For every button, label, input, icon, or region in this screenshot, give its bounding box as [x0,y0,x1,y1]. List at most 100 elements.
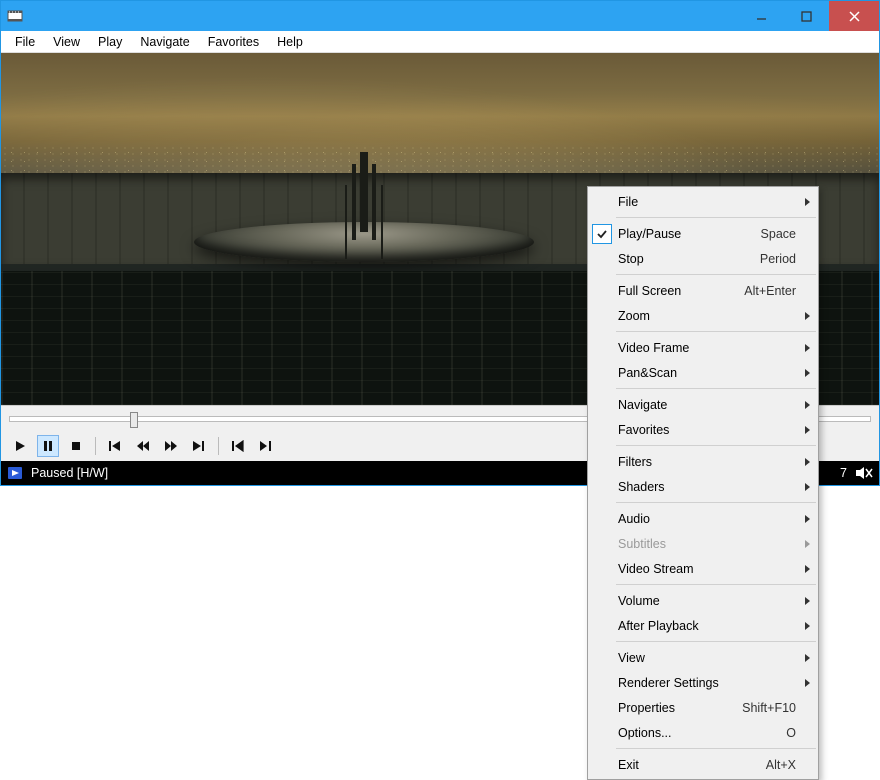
context-menu-accelerator: Space [761,227,796,241]
context-menu-item-video-stream[interactable]: Video Stream [588,556,818,581]
context-menu-item-renderer-settings[interactable]: Renderer Settings [588,670,818,695]
context-menu-item-properties[interactable]: PropertiesShift+F10 [588,695,818,720]
context-menu-separator [616,584,816,585]
context-menu-separator [616,388,816,389]
context-menu-item-volume[interactable]: Volume [588,588,818,613]
separator [218,437,219,455]
context-menu-label: Full Screen [618,284,744,298]
close-button[interactable] [829,1,879,31]
context-menu-item-subtitles: Subtitles [588,531,818,556]
separator [95,437,96,455]
context-menu-label: Options... [618,726,786,740]
skip-back-button[interactable] [104,435,126,457]
chevron-right-icon [805,198,810,206]
context-menu-item-stop[interactable]: StopPeriod [588,246,818,271]
context-menu-label: Renderer Settings [618,676,796,690]
context-menu-item-filters[interactable]: Filters [588,449,818,474]
context-menu-separator [616,274,816,275]
context-menu-item-video-frame[interactable]: Video Frame [588,335,818,360]
context-menu-item-file[interactable]: File [588,189,818,214]
context-menu-label: Navigate [618,398,796,412]
context-menu-item-shaders[interactable]: Shaders [588,474,818,499]
context-menu-label: Favorites [618,423,796,437]
context-menu-label: Exit [618,758,766,772]
context-menu-item-view[interactable]: View [588,645,818,670]
context-menu-label: File [618,195,796,209]
context-menu-item-favorites[interactable]: Favorites [588,417,818,442]
chevron-right-icon [805,401,810,409]
context-menu-item-navigate[interactable]: Navigate [588,392,818,417]
chevron-right-icon [805,312,810,320]
chevron-right-icon [805,458,810,466]
chevron-right-icon [805,565,810,573]
mute-icon[interactable] [855,466,873,480]
check-icon [592,224,612,244]
context-menu-separator [616,217,816,218]
context-menu[interactable]: FilePlay/PauseSpaceStopPeriodFull Screen… [587,186,819,780]
chevron-right-icon [805,515,810,523]
context-menu-separator [616,641,816,642]
context-menu-label: Subtitles [618,537,796,551]
context-menu-label: Pan&Scan [618,366,796,380]
stop-button[interactable] [65,435,87,457]
context-menu-accelerator: Period [760,252,796,266]
context-menu-accelerator: O [786,726,796,740]
context-menu-item-options[interactable]: Options...O [588,720,818,745]
status-right-number: 7 [840,466,847,480]
context-menu-item-exit[interactable]: ExitAlt+X [588,752,818,777]
menu-favorites[interactable]: Favorites [200,33,267,51]
context-menu-label: Volume [618,594,796,608]
titlebar[interactable] [1,1,879,31]
maximize-button[interactable] [784,1,829,31]
context-menu-item-audio[interactable]: Audio [588,506,818,531]
menu-view[interactable]: View [45,33,88,51]
status-text: Paused [H/W] [31,466,108,480]
play-button[interactable] [9,435,31,457]
chevron-right-icon [805,483,810,491]
minimize-button[interactable] [739,1,784,31]
seek-thumb[interactable] [130,412,138,428]
context-menu-label: Zoom [618,309,796,323]
menu-help[interactable]: Help [269,33,311,51]
menu-file[interactable]: File [7,33,43,51]
menu-navigate[interactable]: Navigate [132,33,197,51]
menubar: File View Play Navigate Favorites Help [1,31,879,53]
pause-button[interactable] [37,435,59,457]
context-menu-label: Stop [618,252,760,266]
context-menu-separator [616,445,816,446]
step-forward-button[interactable] [255,435,277,457]
context-menu-item-full-screen[interactable]: Full ScreenAlt+Enter [588,278,818,303]
context-menu-label: Filters [618,455,796,469]
context-menu-label: Video Frame [618,341,796,355]
rewind-button[interactable] [132,435,154,457]
chevron-right-icon [805,679,810,687]
video-content [194,222,534,262]
context-menu-label: Shaders [618,480,796,494]
chevron-right-icon [805,622,810,630]
app-icon [7,8,23,24]
forward-button[interactable] [160,435,182,457]
context-menu-item-zoom[interactable]: Zoom [588,303,818,328]
context-menu-accelerator: Shift+F10 [742,701,796,715]
context-menu-separator [616,502,816,503]
context-menu-item-pan-scan[interactable]: Pan&Scan [588,360,818,385]
context-menu-item-after-playback[interactable]: After Playback [588,613,818,638]
context-menu-label: View [618,651,796,665]
context-menu-label: Audio [618,512,796,526]
context-menu-separator [616,331,816,332]
chevron-right-icon [805,540,810,548]
context-menu-label: Video Stream [618,562,796,576]
chevron-right-icon [805,654,810,662]
context-menu-separator [616,748,816,749]
chevron-right-icon [805,597,810,605]
chevron-right-icon [805,369,810,377]
context-menu-label: Play/Pause [618,227,761,241]
context-menu-label: Properties [618,701,742,715]
context-menu-item-play-pause[interactable]: Play/PauseSpace [588,221,818,246]
context-menu-accelerator: Alt+X [766,758,796,772]
step-back-button[interactable] [227,435,249,457]
context-menu-label: After Playback [618,619,796,633]
menu-play[interactable]: Play [90,33,130,51]
skip-forward-button[interactable] [188,435,210,457]
chevron-right-icon [805,344,810,352]
